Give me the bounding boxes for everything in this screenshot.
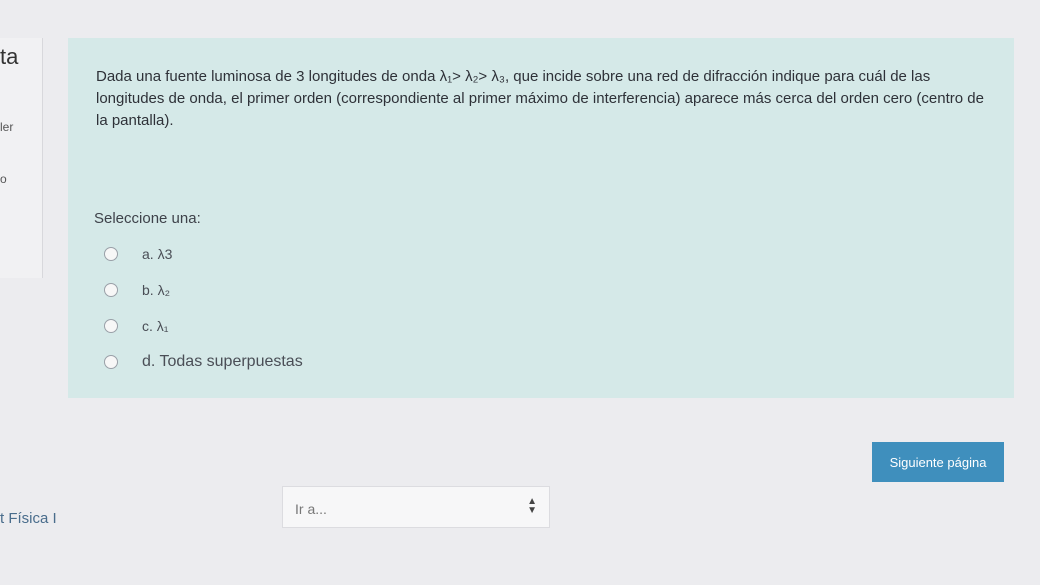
question-info-title: ta <box>0 44 19 69</box>
question-box: Dada una fuente luminosa de 3 longitudes… <box>68 38 1014 398</box>
option-d[interactable]: d. Todas superpuestas <box>104 344 303 380</box>
answer-options: a. λ3 b. λ₂ c. λ₁ d. Todas superpuestas <box>104 236 303 380</box>
radio-button-c[interactable] <box>104 319 118 333</box>
question-text: Dada una fuente luminosa de 3 longitudes… <box>96 68 984 129</box>
radio-button-a[interactable] <box>104 247 118 261</box>
question-points: o <box>0 172 7 186</box>
radio-button-b[interactable] <box>104 283 118 297</box>
option-a-label[interactable]: a. λ3 <box>142 246 172 262</box>
radio-button-d[interactable] <box>104 355 118 369</box>
option-a[interactable]: a. λ3 <box>104 236 303 272</box>
option-b[interactable]: b. λ₂ <box>104 272 303 308</box>
jump-to-value: Ir a... <box>295 501 327 517</box>
option-b-label[interactable]: b. λ₂ <box>142 282 170 298</box>
flag-question-link[interactable]: ler <box>0 120 13 134</box>
select-arrows-icon: ▲ ▼ <box>527 496 537 516</box>
option-c[interactable]: c. λ₁ <box>104 308 303 344</box>
answer-prompt: Seleccione una: <box>94 210 201 227</box>
next-page-button[interactable]: Siguiente página <box>872 442 1004 482</box>
course-link[interactable]: t Física I <box>0 510 57 527</box>
jump-to-select[interactable]: Ir a... ▲ ▼ <box>282 486 550 528</box>
option-c-label[interactable]: c. λ₁ <box>142 318 169 334</box>
option-d-label[interactable]: d. Todas superpuestas <box>142 353 303 371</box>
question-info-panel <box>0 38 43 278</box>
